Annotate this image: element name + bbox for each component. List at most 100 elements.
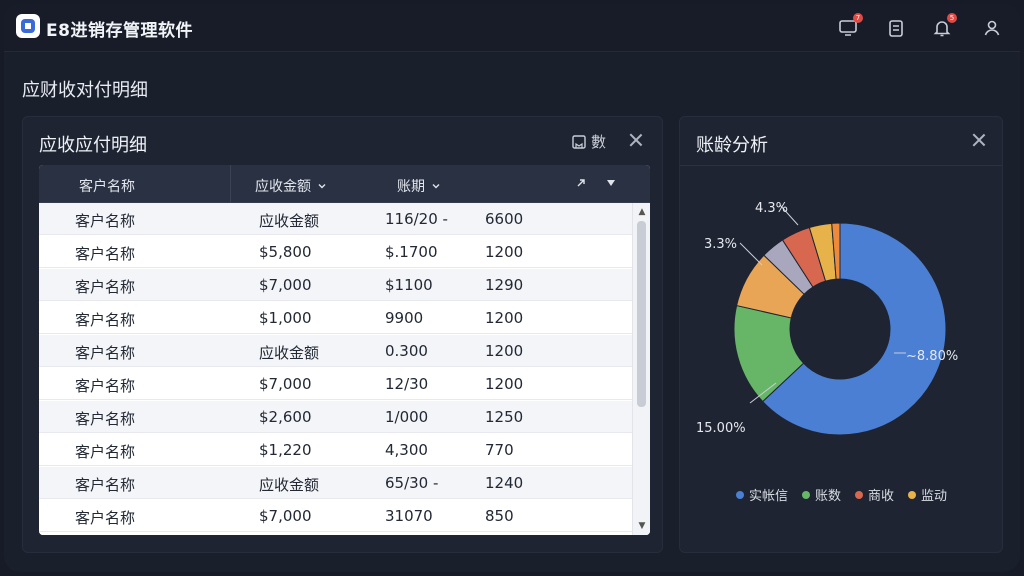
- scroll-thumb[interactable]: [637, 221, 646, 407]
- table-cell: $.1700: [385, 243, 438, 261]
- slice-label: 3.3%: [704, 237, 738, 252]
- table-cell: 31070: [385, 507, 433, 525]
- aging-analysis-panel: 账龄分析 4.3% 3.3% ~8.80% 15.00% 实帐信 账数 商收 监…: [679, 116, 1003, 553]
- table-cell: 1200: [485, 243, 524, 261]
- table-header: 客户名称 应收金额 账期: [39, 165, 650, 203]
- page-title: 应财收对付明细: [22, 80, 148, 101]
- column-header-period[interactable]: 账期: [397, 176, 441, 196]
- table-cell: 客户名称: [75, 278, 136, 296]
- column-header-customer[interactable]: 客户名称: [79, 176, 135, 196]
- table-cell: 850: [485, 507, 514, 525]
- table-cell: 客户名称: [75, 443, 136, 461]
- table-cell: 客户名称: [75, 245, 136, 263]
- table-cell: $7,000: [259, 375, 312, 393]
- table-cell: 1200: [485, 342, 524, 360]
- expand-icon[interactable]: [575, 177, 587, 189]
- table-row[interactable]: 客户名称 $7,000 $1100 1290: [39, 269, 632, 301]
- table-cell: 1200: [485, 375, 524, 393]
- table-row[interactable]: 客户名称 $1,220 4,300 770: [39, 434, 632, 466]
- table-cell: 应收金额: [259, 344, 320, 362]
- table-cell: 客户名称: [75, 344, 136, 362]
- table-row[interactable]: 客户名称 应收金额 65/30 - 1240: [39, 467, 632, 499]
- scrollbar[interactable]: ▲ ▼: [632, 203, 650, 535]
- notification-badge: 5: [947, 13, 957, 23]
- table-cell: 1250: [485, 408, 524, 426]
- table-cell: 1/000: [385, 408, 429, 426]
- table-body: 客户名称 $7,000 31070 850 客户名称 应收金额 65/30 -1240 客户名…: [39, 203, 650, 535]
- panel-title: 账龄分析: [696, 135, 768, 156]
- table-cell: 6600: [485, 210, 524, 228]
- table-cell: 客户名称: [75, 212, 136, 230]
- legend-item[interactable]: 监动: [908, 485, 947, 504]
- legend-item[interactable]: 实帐信: [736, 485, 788, 504]
- chart-legend: 实帐信 账数 商收 监动: [736, 485, 947, 504]
- table-cell: 客户名称: [75, 476, 136, 494]
- filter-dropdown-icon[interactable]: [605, 177, 617, 189]
- legend-swatch: [908, 490, 917, 499]
- table-cell: 客户名称: [75, 377, 136, 395]
- bell-icon[interactable]: 5: [930, 13, 957, 40]
- app-window: E8进销存管理软件 7 5 应财收对付明细 应收应付明细 數 客户名称 应收金额…: [4, 4, 1020, 572]
- legend-swatch: [855, 490, 864, 499]
- table-cell: 客户名称: [75, 509, 136, 527]
- divider: [680, 165, 1002, 166]
- scroll-down-icon[interactable]: ▼: [637, 521, 647, 531]
- table-cell: $1,000: [259, 309, 312, 327]
- table-cell: 应收金额: [259, 212, 320, 230]
- table-cell: $1100: [385, 276, 433, 294]
- panel-title: 应收应付明细: [39, 135, 147, 156]
- table-cell: $7,000: [259, 276, 312, 294]
- legend-swatch: [736, 490, 744, 499]
- table-cell: 1240: [485, 474, 524, 492]
- user-icon[interactable]: [980, 16, 1004, 40]
- detail-table: 客户名称 应收金额 账期 客户名称 $7,000 31070 850 客户名称 …: [39, 165, 650, 535]
- legend-item[interactable]: 账数: [802, 485, 841, 504]
- table-cell: 1290: [485, 276, 524, 294]
- table-cell: 4,300: [385, 441, 428, 459]
- app-logo: [16, 14, 40, 38]
- table-cell: 65/30 -: [385, 474, 439, 492]
- table-row[interactable]: 客户名称 应收金额 0.300 1200: [39, 335, 632, 367]
- column-header-amount[interactable]: 应收金额: [255, 176, 327, 196]
- bookmark-label: 數: [591, 133, 607, 151]
- receivable-payable-panel: 应收应付明细 數 客户名称 应收金额 账期 客户名称 $7,000 31070 …: [22, 116, 663, 553]
- scroll-up-icon[interactable]: ▲: [637, 207, 647, 217]
- monitor-icon[interactable]: 7: [836, 13, 863, 40]
- table-cell: $5,800: [259, 243, 312, 261]
- leader-line: [739, 242, 763, 266]
- table-cell: 客户名称: [75, 311, 136, 329]
- slice-label: ~8.80%: [906, 349, 959, 364]
- table-cell: $7,000: [259, 507, 312, 525]
- table-cell: 应收金额: [259, 476, 320, 494]
- column-divider: [230, 165, 231, 203]
- bookmark-icon: [572, 134, 586, 149]
- table-row[interactable]: 客户名称 $5,800 $.1700 1200: [39, 236, 632, 268]
- table-cell: 客户名称: [75, 410, 136, 428]
- table-row[interactable]: 客户名称 $1,000 9900 1200: [39, 302, 632, 334]
- notification-badge: 7: [853, 13, 863, 23]
- table-cell: 1200: [485, 309, 524, 327]
- table-cell: 770: [485, 441, 514, 459]
- top-bar: E8进销存管理软件 7 5: [4, 4, 1020, 52]
- table-cell: 116/20 -: [385, 210, 448, 228]
- chevron-down-icon: [432, 184, 440, 189]
- bookmark-button[interactable]: 數: [571, 131, 606, 152]
- legend-item[interactable]: 商收: [855, 485, 894, 504]
- table-row[interactable]: 客户名称 $7,000 31070 850: [39, 500, 632, 532]
- table-cell: 9900: [385, 309, 424, 327]
- legend-swatch: [802, 490, 811, 499]
- table-row[interactable]: 客户名称 $7,000 12/30 1200: [39, 368, 632, 400]
- app-title: E8进销存管理软件: [46, 21, 193, 41]
- slice-label: 4.3%: [755, 201, 789, 216]
- close-icon[interactable]: [970, 131, 988, 149]
- chevron-down-icon: [318, 184, 326, 189]
- close-icon[interactable]: [627, 131, 645, 149]
- slice-label: 15.00%: [696, 421, 746, 436]
- table-cell: $2,600: [259, 408, 312, 426]
- table-cell: 12/30: [385, 375, 429, 393]
- table-cell: 0.300: [385, 342, 428, 360]
- table-cell: $1,220: [259, 441, 312, 459]
- table-row[interactable]: 客户名称 应收金额 116/20 - 6600: [39, 203, 632, 235]
- clipboard-icon[interactable]: [884, 16, 908, 40]
- table-row[interactable]: 客户名称 $2,600 1/000 1250: [39, 401, 632, 433]
